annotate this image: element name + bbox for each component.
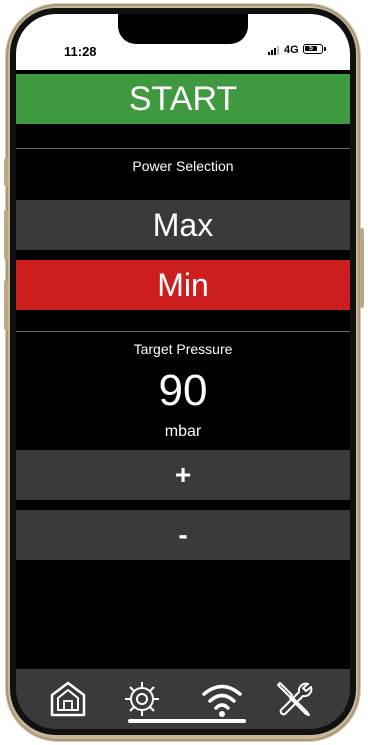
power-min-button[interactable]: Min (16, 260, 350, 310)
increment-button[interactable]: + (16, 450, 350, 500)
gear-icon (125, 682, 159, 716)
nav-tools[interactable] (272, 677, 316, 721)
tools-icon (277, 682, 313, 716)
status-time: 11:28 (64, 44, 97, 59)
power-selection-label: Power Selection (132, 158, 234, 174)
network-type: 4G (284, 44, 299, 56)
app-screen: 11:28 4G 5 START Power Selection Max Min… (16, 14, 350, 729)
nav-home[interactable] (46, 677, 90, 721)
pressure-unit: mbar (164, 423, 202, 440)
volume-down-button (4, 280, 8, 330)
pressure-value: 90 (158, 366, 208, 415)
home-icon (50, 681, 86, 717)
battery-level: 5 (305, 45, 317, 52)
phone-bezel: 11:28 4G 5 START Power Selection Max Min… (10, 8, 356, 735)
nav-settings[interactable] (120, 677, 164, 721)
volume-up-button (4, 210, 8, 260)
divider (16, 148, 350, 149)
status-bar: 11:28 4G 5 (16, 14, 350, 70)
wifi-icon (202, 684, 242, 717)
start-button[interactable]: START (16, 70, 350, 124)
battery-icon: 5 (303, 44, 323, 54)
home-indicator (128, 719, 246, 723)
battery-cap (324, 47, 326, 51)
divider (16, 331, 350, 332)
signal-icon (268, 44, 282, 55)
nav-wifi[interactable] (200, 677, 244, 721)
decrement-button[interactable]: - (16, 510, 350, 560)
notch (118, 14, 248, 44)
mute-switch (4, 158, 8, 186)
target-pressure-label: Target Pressure (133, 341, 233, 357)
power-max-button[interactable]: Max (16, 200, 350, 250)
power-button (360, 228, 364, 308)
